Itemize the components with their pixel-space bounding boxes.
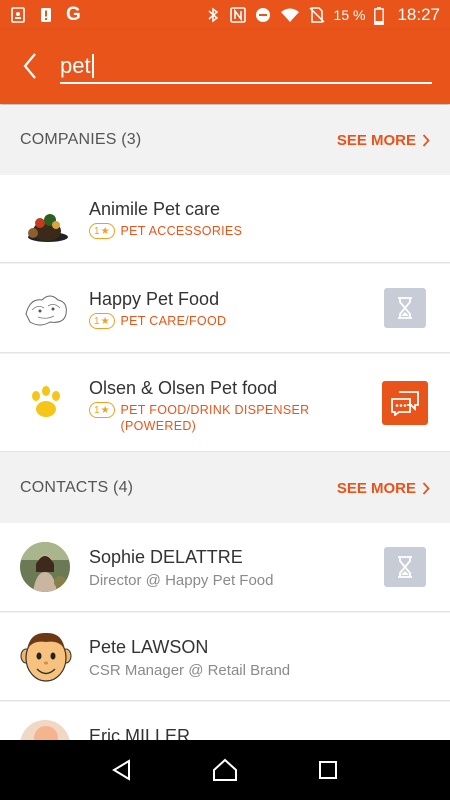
back-triangle-icon xyxy=(111,759,130,781)
home-icon xyxy=(212,758,237,781)
contact-name: Eric MILLER xyxy=(89,726,191,740)
see-more-label: SEE MORE xyxy=(336,131,416,149)
star-icon: ★ xyxy=(100,225,110,237)
star-icon: ★ xyxy=(100,315,110,327)
hourglass-icon xyxy=(398,556,412,578)
companies-see-more-button[interactable]: SEE MORE xyxy=(337,132,430,149)
hourglass-icon xyxy=(398,297,412,319)
contact-row[interactable]: Eric MILLER xyxy=(0,702,450,740)
contact-row[interactable]: Sophie DELATTRE Director @ Happy Pet Foo… xyxy=(0,523,450,612)
rating-badge: 1 ★ xyxy=(89,223,115,239)
back-button[interactable] xyxy=(14,48,46,84)
company-name: Happy Pet Food xyxy=(89,289,220,309)
company-row[interactable]: Happy Pet Food 1 ★ PET CARE/FOOD xyxy=(0,264,450,353)
chevron-right-icon xyxy=(422,481,430,495)
company-name: Animile Pet care xyxy=(89,199,221,219)
company-category: PET ACCESSORIES xyxy=(120,224,243,238)
contact-subtitle: CSR Manager @ Retail Brand xyxy=(89,662,291,679)
company-row[interactable]: Animile Pet care 1 ★ PET ACCESSORIES xyxy=(0,175,450,263)
contacts-title: CONTACTS (4) xyxy=(20,479,134,496)
battery-percent: 15 % xyxy=(333,7,366,23)
company-category: PET CARE/FOOD xyxy=(120,314,227,328)
chevron-right-icon xyxy=(422,133,430,147)
contact-subtitle: Director @ Happy Pet Food xyxy=(89,572,274,589)
nav-recents-button[interactable] xyxy=(308,750,348,790)
company-name: Olsen & Olsen Pet food xyxy=(89,378,278,398)
recents-square-icon xyxy=(319,761,338,779)
company-logo xyxy=(20,193,72,245)
pending-button[interactable] xyxy=(384,547,426,587)
avatar xyxy=(20,720,70,740)
companies-section-header: COMPANIES (3) SEE MORE xyxy=(0,105,450,175)
chevron-left-icon xyxy=(23,53,36,79)
contact-name: Sophie DELATTRE xyxy=(89,547,243,567)
contact-name: Pete LAWSON xyxy=(89,637,209,657)
companies-title: COMPANIES (3) xyxy=(20,131,142,148)
company-row[interactable]: Olsen & Olsen Pet food 1 ★ PET FOOD/DRINK… xyxy=(0,354,450,452)
alert-icon xyxy=(38,7,54,23)
bluetooth-icon xyxy=(205,7,221,23)
pending-button[interactable] xyxy=(384,288,426,328)
rating-badge: 1 ★ xyxy=(89,313,115,329)
rating-badge: 1 ★ xyxy=(89,402,115,418)
chat-icon xyxy=(391,391,419,416)
company-category: PET FOOD/DRINK DISPENSER (POWERED) xyxy=(120,403,310,433)
nav-back-button[interactable] xyxy=(102,750,142,790)
text-cursor xyxy=(92,54,94,78)
nfc-icon xyxy=(229,7,246,23)
contacts-see-more-button[interactable]: SEE MORE xyxy=(337,480,430,497)
wifi-icon xyxy=(280,7,300,23)
battery-icon xyxy=(374,7,385,25)
company-logo xyxy=(20,376,72,428)
status-bar: G 15 % 18:27 xyxy=(0,0,450,30)
company-logo xyxy=(20,284,72,334)
google-icon: G xyxy=(66,4,81,25)
nav-home-button[interactable] xyxy=(205,750,245,790)
no-sim-icon xyxy=(309,7,325,23)
see-more-label: SEE MORE xyxy=(336,479,416,497)
app-bar xyxy=(0,30,450,104)
paw-icon xyxy=(32,386,60,417)
do-not-disturb-icon xyxy=(255,7,271,23)
system-nav-bar xyxy=(0,740,450,800)
star-icon: ★ xyxy=(100,404,110,416)
avatar xyxy=(20,542,70,592)
contacts-section-header: CONTACTS (4) SEE MORE xyxy=(0,453,450,523)
chat-button[interactable] xyxy=(382,381,428,425)
search-input[interactable] xyxy=(60,52,432,84)
contact-row[interactable]: Pete LAWSON CSR Manager @ Retail Brand xyxy=(0,613,450,701)
avatar xyxy=(20,630,72,684)
status-time: 18:27 xyxy=(397,5,440,24)
app-notification-icon xyxy=(10,7,26,23)
